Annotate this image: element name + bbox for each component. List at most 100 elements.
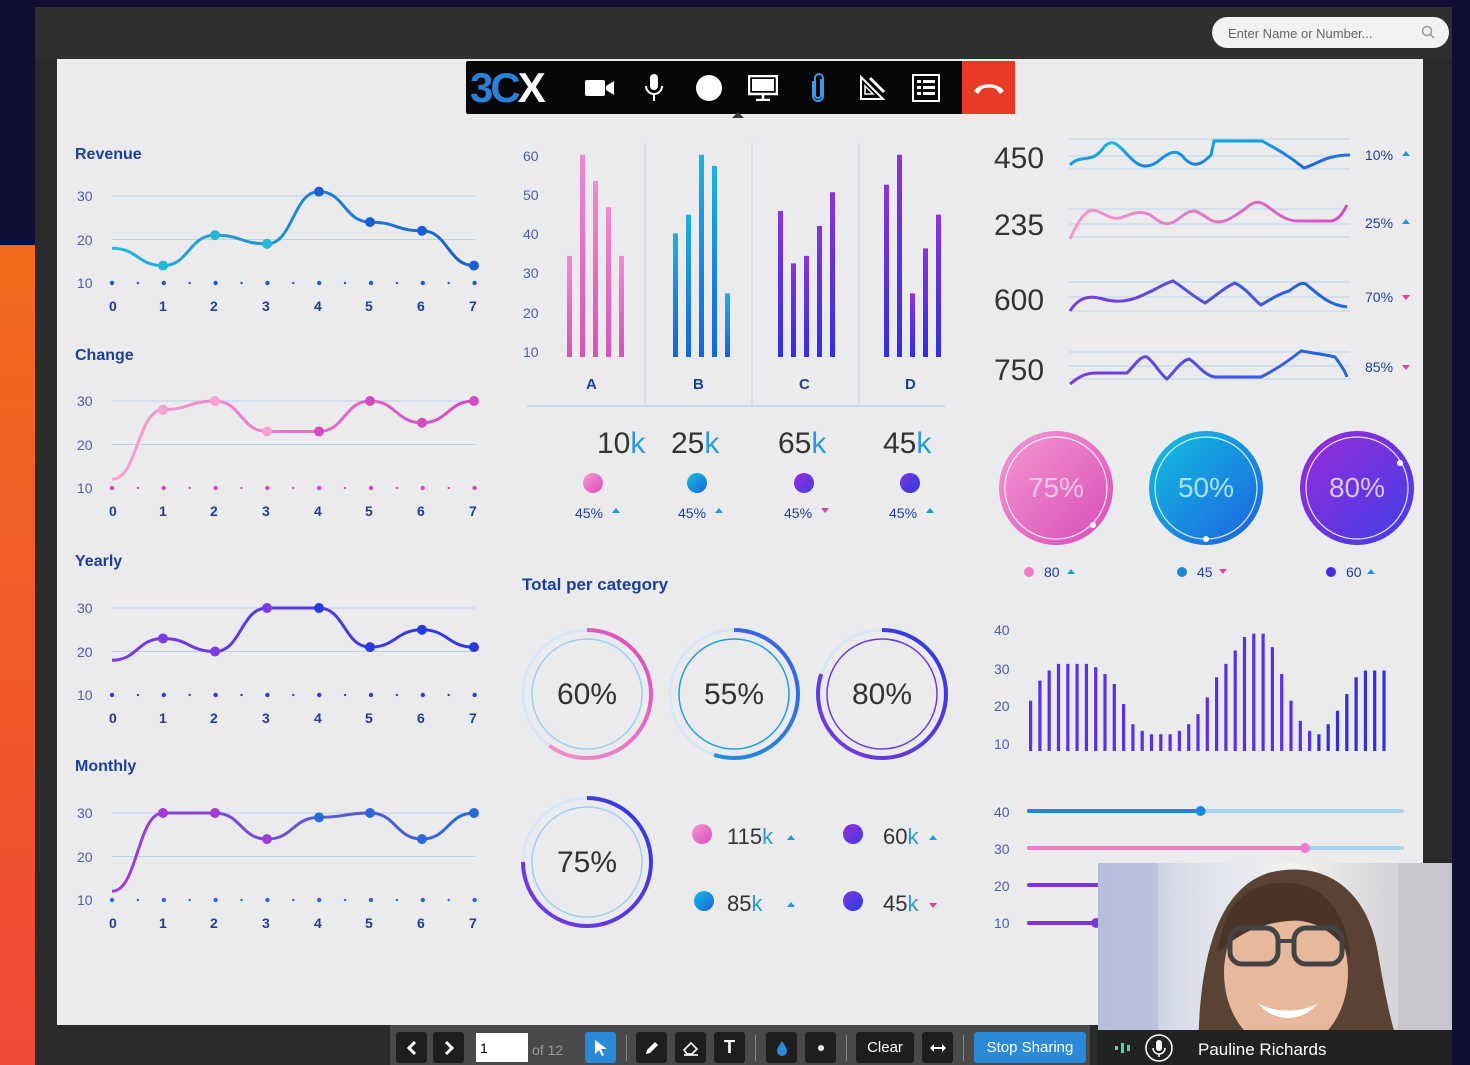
microphone-button[interactable]: [634, 69, 674, 107]
axis-dot: [240, 281, 243, 285]
data-point: [314, 603, 324, 613]
x-ticks: 0 1 2 3 4 5 6 7: [109, 298, 477, 314]
arrow-up-icon: [612, 508, 620, 513]
slider[interactable]: [1027, 843, 1404, 853]
audio-level-icon: [1115, 1043, 1130, 1053]
bar: [884, 184, 889, 357]
expand-horizontal-icon: [929, 1043, 946, 1052]
chart-title: Change: [75, 347, 134, 364]
search-icon[interactable]: [1421, 25, 1435, 39]
brush-size-button[interactable]: [805, 1032, 836, 1063]
eraser-icon: [682, 1041, 698, 1056]
fit-width-button[interactable]: [922, 1032, 953, 1063]
kpi-dot: [583, 473, 603, 493]
bar: [699, 154, 704, 357]
axis-dot: [317, 692, 322, 698]
y-tick: 40: [994, 804, 1010, 820]
bar: [1149, 734, 1154, 751]
previous-page-button[interactable]: [396, 1032, 427, 1063]
x-tick: 5: [365, 503, 373, 519]
camera-button[interactable]: [580, 69, 620, 107]
bar: [1029, 700, 1033, 751]
bar: [1038, 680, 1042, 751]
data-point: [210, 230, 220, 241]
bar: [1056, 663, 1061, 751]
line-series: [109, 603, 479, 698]
x-tick: 2: [210, 298, 218, 314]
category-label: C: [799, 376, 810, 393]
page-number-input[interactable]: [476, 1033, 528, 1062]
slider[interactable]: [1027, 806, 1404, 816]
x-tick: 6: [417, 915, 425, 931]
bar: [804, 255, 809, 357]
y-tick: 20: [994, 698, 1010, 714]
screen-share-button[interactable]: [743, 69, 783, 107]
bar: [712, 165, 717, 357]
axis-dot: [161, 897, 166, 903]
background-accent: [0, 245, 36, 1065]
record-icon: [696, 75, 722, 101]
bar: [1382, 670, 1386, 751]
kpi-change: 45%: [784, 505, 812, 521]
y-tick: 20: [77, 644, 93, 660]
bar: [1215, 677, 1219, 751]
microphone-icon[interactable]: [1144, 1033, 1174, 1063]
kpi-change: 45%: [575, 505, 603, 521]
y-tick: 10: [77, 687, 93, 703]
axis-dot: [265, 485, 270, 491]
bar: [1047, 670, 1051, 751]
x-tick: 0: [109, 298, 117, 314]
text-tool-button[interactable]: T: [714, 1032, 745, 1063]
x-tick: 2: [210, 915, 218, 931]
gauge-50: 50% 45: [1149, 431, 1263, 580]
stop-sharing-button[interactable]: Stop Sharing: [974, 1032, 1086, 1063]
search-box[interactable]: [1212, 17, 1449, 50]
x-tick: 7: [469, 298, 477, 314]
series-line: [111, 811, 475, 893]
data-point: [417, 417, 427, 428]
gauges: 75% 80 50% 45 80% 60: [999, 431, 1414, 580]
donut-80: 80%: [816, 628, 948, 760]
clear-button[interactable]: Clear: [856, 1032, 914, 1063]
y-tick: 20: [77, 849, 93, 865]
x-ticks: 0 1 2 3 4 5 6 7: [109, 710, 477, 726]
gauge-80: 80% 60: [1300, 431, 1414, 580]
slider-handle[interactable]: [1195, 806, 1206, 816]
search-input[interactable]: [1226, 17, 1410, 50]
bar: [580, 154, 585, 357]
record-button[interactable]: [689, 69, 729, 107]
kpi-row: 10k 25k 65k 45k 45% 45% 45% 45%: [575, 427, 934, 521]
file-share-button[interactable]: [798, 69, 838, 107]
kpi-value: 45k: [883, 427, 932, 460]
hang-up-button[interactable]: [962, 61, 1015, 114]
spark-row: 750 85%: [994, 349, 1410, 387]
donut-label: 75%: [557, 846, 617, 879]
y-tick: 10: [994, 915, 1010, 931]
data-point: [158, 260, 168, 271]
x-tick: 7: [469, 710, 477, 726]
slider-handle[interactable]: [1300, 843, 1311, 853]
axis-dot: [447, 898, 450, 902]
next-page-button[interactable]: [433, 1032, 464, 1063]
presentation-toolbar: of 12 T Clear Stop Sharing: [390, 1025, 1090, 1065]
axis-dot: [161, 692, 166, 698]
bar: [1122, 704, 1126, 751]
divider: [846, 1035, 847, 1061]
dot-icon: [817, 1044, 824, 1051]
bar: [593, 180, 598, 357]
participant-name-bar: Pauline Richards: [1098, 1030, 1452, 1065]
participants-list-button[interactable]: [906, 69, 946, 107]
y-tick: 30: [77, 188, 93, 204]
sparkline-panel: 450 10% 235 25% 600 70% 750 85%: [994, 138, 1410, 387]
stat-dot: [692, 824, 712, 844]
eraser-tool-button[interactable]: [675, 1032, 706, 1063]
pen-tool-button[interactable]: [636, 1032, 667, 1063]
axis-dot: [136, 486, 140, 490]
divider: [755, 1035, 756, 1061]
axis-dot: [240, 486, 243, 490]
pointer-tool-button[interactable]: [585, 1032, 616, 1063]
arrow-down-icon: [1402, 295, 1410, 300]
color-picker-button[interactable]: [766, 1032, 797, 1063]
whiteboard-button[interactable]: [852, 69, 892, 107]
bar: [1094, 667, 1098, 751]
